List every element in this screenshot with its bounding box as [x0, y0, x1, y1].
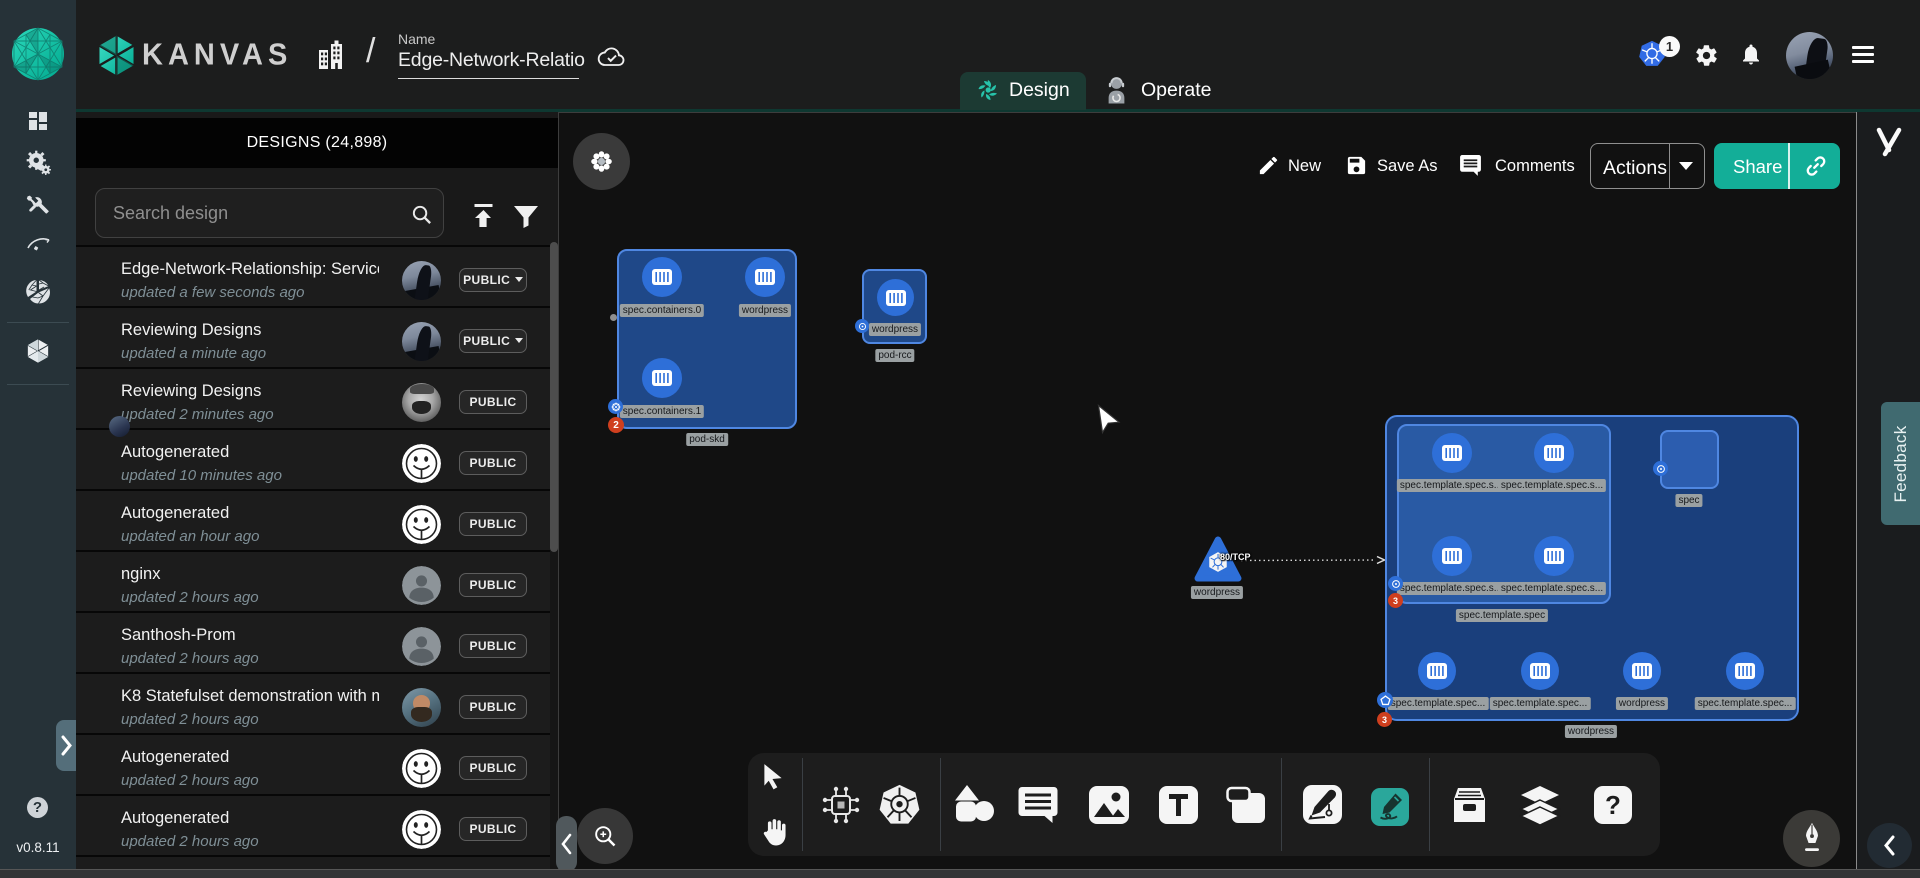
svg-text:?: ? [1605, 790, 1621, 820]
